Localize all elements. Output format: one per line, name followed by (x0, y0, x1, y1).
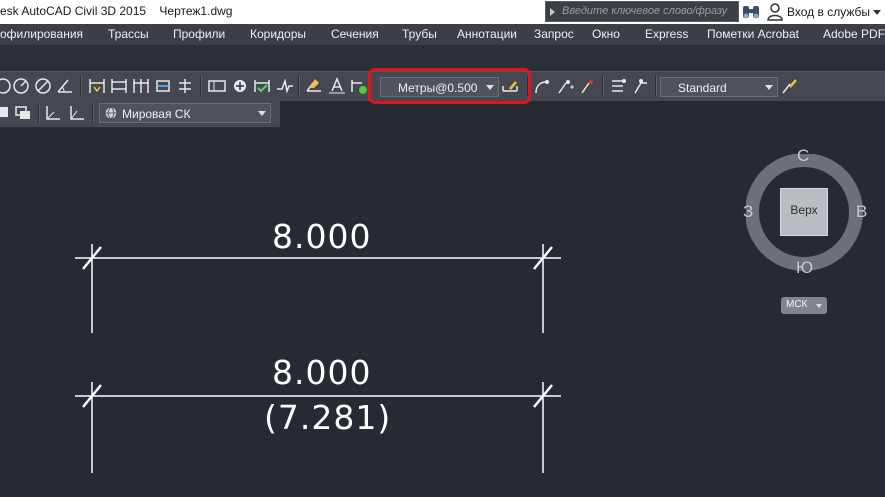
viewcube-top-label: Верх (790, 203, 818, 217)
viewcube-west[interactable]: З (743, 202, 753, 222)
textstyle-dropdown[interactable]: Standard (660, 77, 778, 97)
menu-item-profiles[interactable]: Профили (173, 27, 225, 41)
dim-text-edit-icon[interactable] (328, 77, 346, 95)
dim1-text: 8.000 (272, 217, 372, 256)
chevron-down-icon (765, 85, 773, 90)
separator (298, 76, 300, 96)
menu-item-adobe-pdf[interactable]: Adobe PDF (823, 27, 885, 41)
mleader-style-icon[interactable] (780, 77, 798, 95)
layer-icon[interactable] (0, 104, 12, 122)
menu-item-sections[interactable]: Сечения (331, 27, 379, 41)
dim-arc-icon[interactable] (0, 77, 12, 95)
ucs-world-icon[interactable] (68, 104, 86, 122)
chevron-down-icon (816, 304, 822, 308)
sign-in-label: Вход в службы (787, 5, 870, 19)
layer-previous-icon[interactable] (14, 104, 32, 122)
viewcube-south[interactable]: Ю (796, 258, 813, 278)
textstyle-value: Standard (678, 81, 727, 95)
remove-leader-icon[interactable] (579, 77, 597, 95)
menu-item-annotations[interactable]: Аннотации (457, 27, 517, 41)
dim-update-icon[interactable] (350, 77, 368, 95)
add-leader-icon[interactable] (556, 77, 574, 95)
dimstyle-highlight (368, 68, 531, 104)
menu-item-acrobat-markups[interactable]: Пометки Acrobat (707, 27, 799, 41)
viewcube-north[interactable]: С (797, 146, 809, 166)
menu-item-inquiry[interactable]: Запрос (534, 27, 574, 41)
multileader-icon[interactable] (533, 77, 551, 95)
jogged-linear-icon[interactable] (276, 77, 294, 95)
separator (200, 76, 202, 96)
user-icon (767, 3, 783, 21)
dim-baseline-icon[interactable] (110, 77, 128, 95)
viewcube-east[interactable]: В (856, 202, 867, 222)
search-placeholder: Введите ключевое слово/фразу (562, 5, 728, 17)
dim-space-icon[interactable] (154, 77, 172, 95)
title-bar: esk AutoCAD Civil 3D 2015 Чертеж1.dwg Вв… (0, 0, 885, 25)
ucs-icon[interactable] (44, 104, 62, 122)
window-title: esk AutoCAD Civil 3D 2015 Чертеж1.dwg (0, 4, 232, 18)
dim-angular-icon[interactable] (56, 77, 74, 95)
menu-item-profiling[interactable]: офилирования (0, 27, 83, 41)
menu-item-alignments[interactable]: Трассы (108, 27, 149, 41)
separator (80, 76, 82, 96)
menu-item-express[interactable]: Express (645, 27, 688, 41)
ucs-toolbar: Мировая СК (0, 100, 280, 128)
separator (92, 104, 94, 122)
search-input[interactable]: Введите ключевое слово/фразу (545, 1, 739, 22)
app-title: esk AutoCAD Civil 3D 2015 (0, 4, 147, 18)
mleader-collect-icon[interactable] (632, 77, 650, 95)
menu-bar: офилирования Трассы Профили Коридоры Сеч… (0, 24, 885, 45)
dim2-text: 8.000 (272, 353, 372, 392)
dim2-alt-text: (7.281) (264, 398, 392, 437)
dim-continue-icon[interactable] (132, 77, 150, 95)
dim-break-icon[interactable] (176, 77, 194, 95)
menu-item-window[interactable]: Окно (592, 27, 620, 41)
inspect-icon[interactable] (253, 77, 271, 95)
search-expand-icon[interactable] (550, 8, 555, 16)
viewcube-top-face[interactable]: Верх (780, 188, 828, 236)
menu-item-corridors[interactable]: Коридоры (250, 27, 306, 41)
ucs-badge-label: МСК (786, 299, 808, 310)
ucs-value: Мировая СК (122, 107, 191, 121)
dim-quick-icon[interactable] (88, 77, 106, 95)
separator (38, 104, 40, 122)
chevron-down-icon (258, 111, 266, 116)
dim-radius-icon[interactable] (12, 77, 30, 95)
dim-edit-icon[interactable] (305, 77, 323, 95)
mleader-align-icon[interactable] (609, 77, 627, 95)
document-name: Чертеж1.dwg (159, 4, 233, 18)
dim-diameter-icon[interactable] (34, 77, 52, 95)
menu-item-pipes[interactable]: Трубы (402, 27, 437, 41)
chevron-down-icon[interactable] (873, 10, 881, 15)
ucs-dropdown[interactable]: Мировая СК (99, 103, 271, 123)
binoculars-icon[interactable] (741, 3, 761, 21)
center-mark-icon[interactable] (231, 77, 249, 95)
tolerance-icon[interactable] (208, 77, 226, 95)
separator (602, 76, 604, 96)
ucs-menu-button[interactable]: МСК (781, 297, 827, 314)
globe-icon (104, 106, 118, 120)
separator (655, 76, 657, 96)
